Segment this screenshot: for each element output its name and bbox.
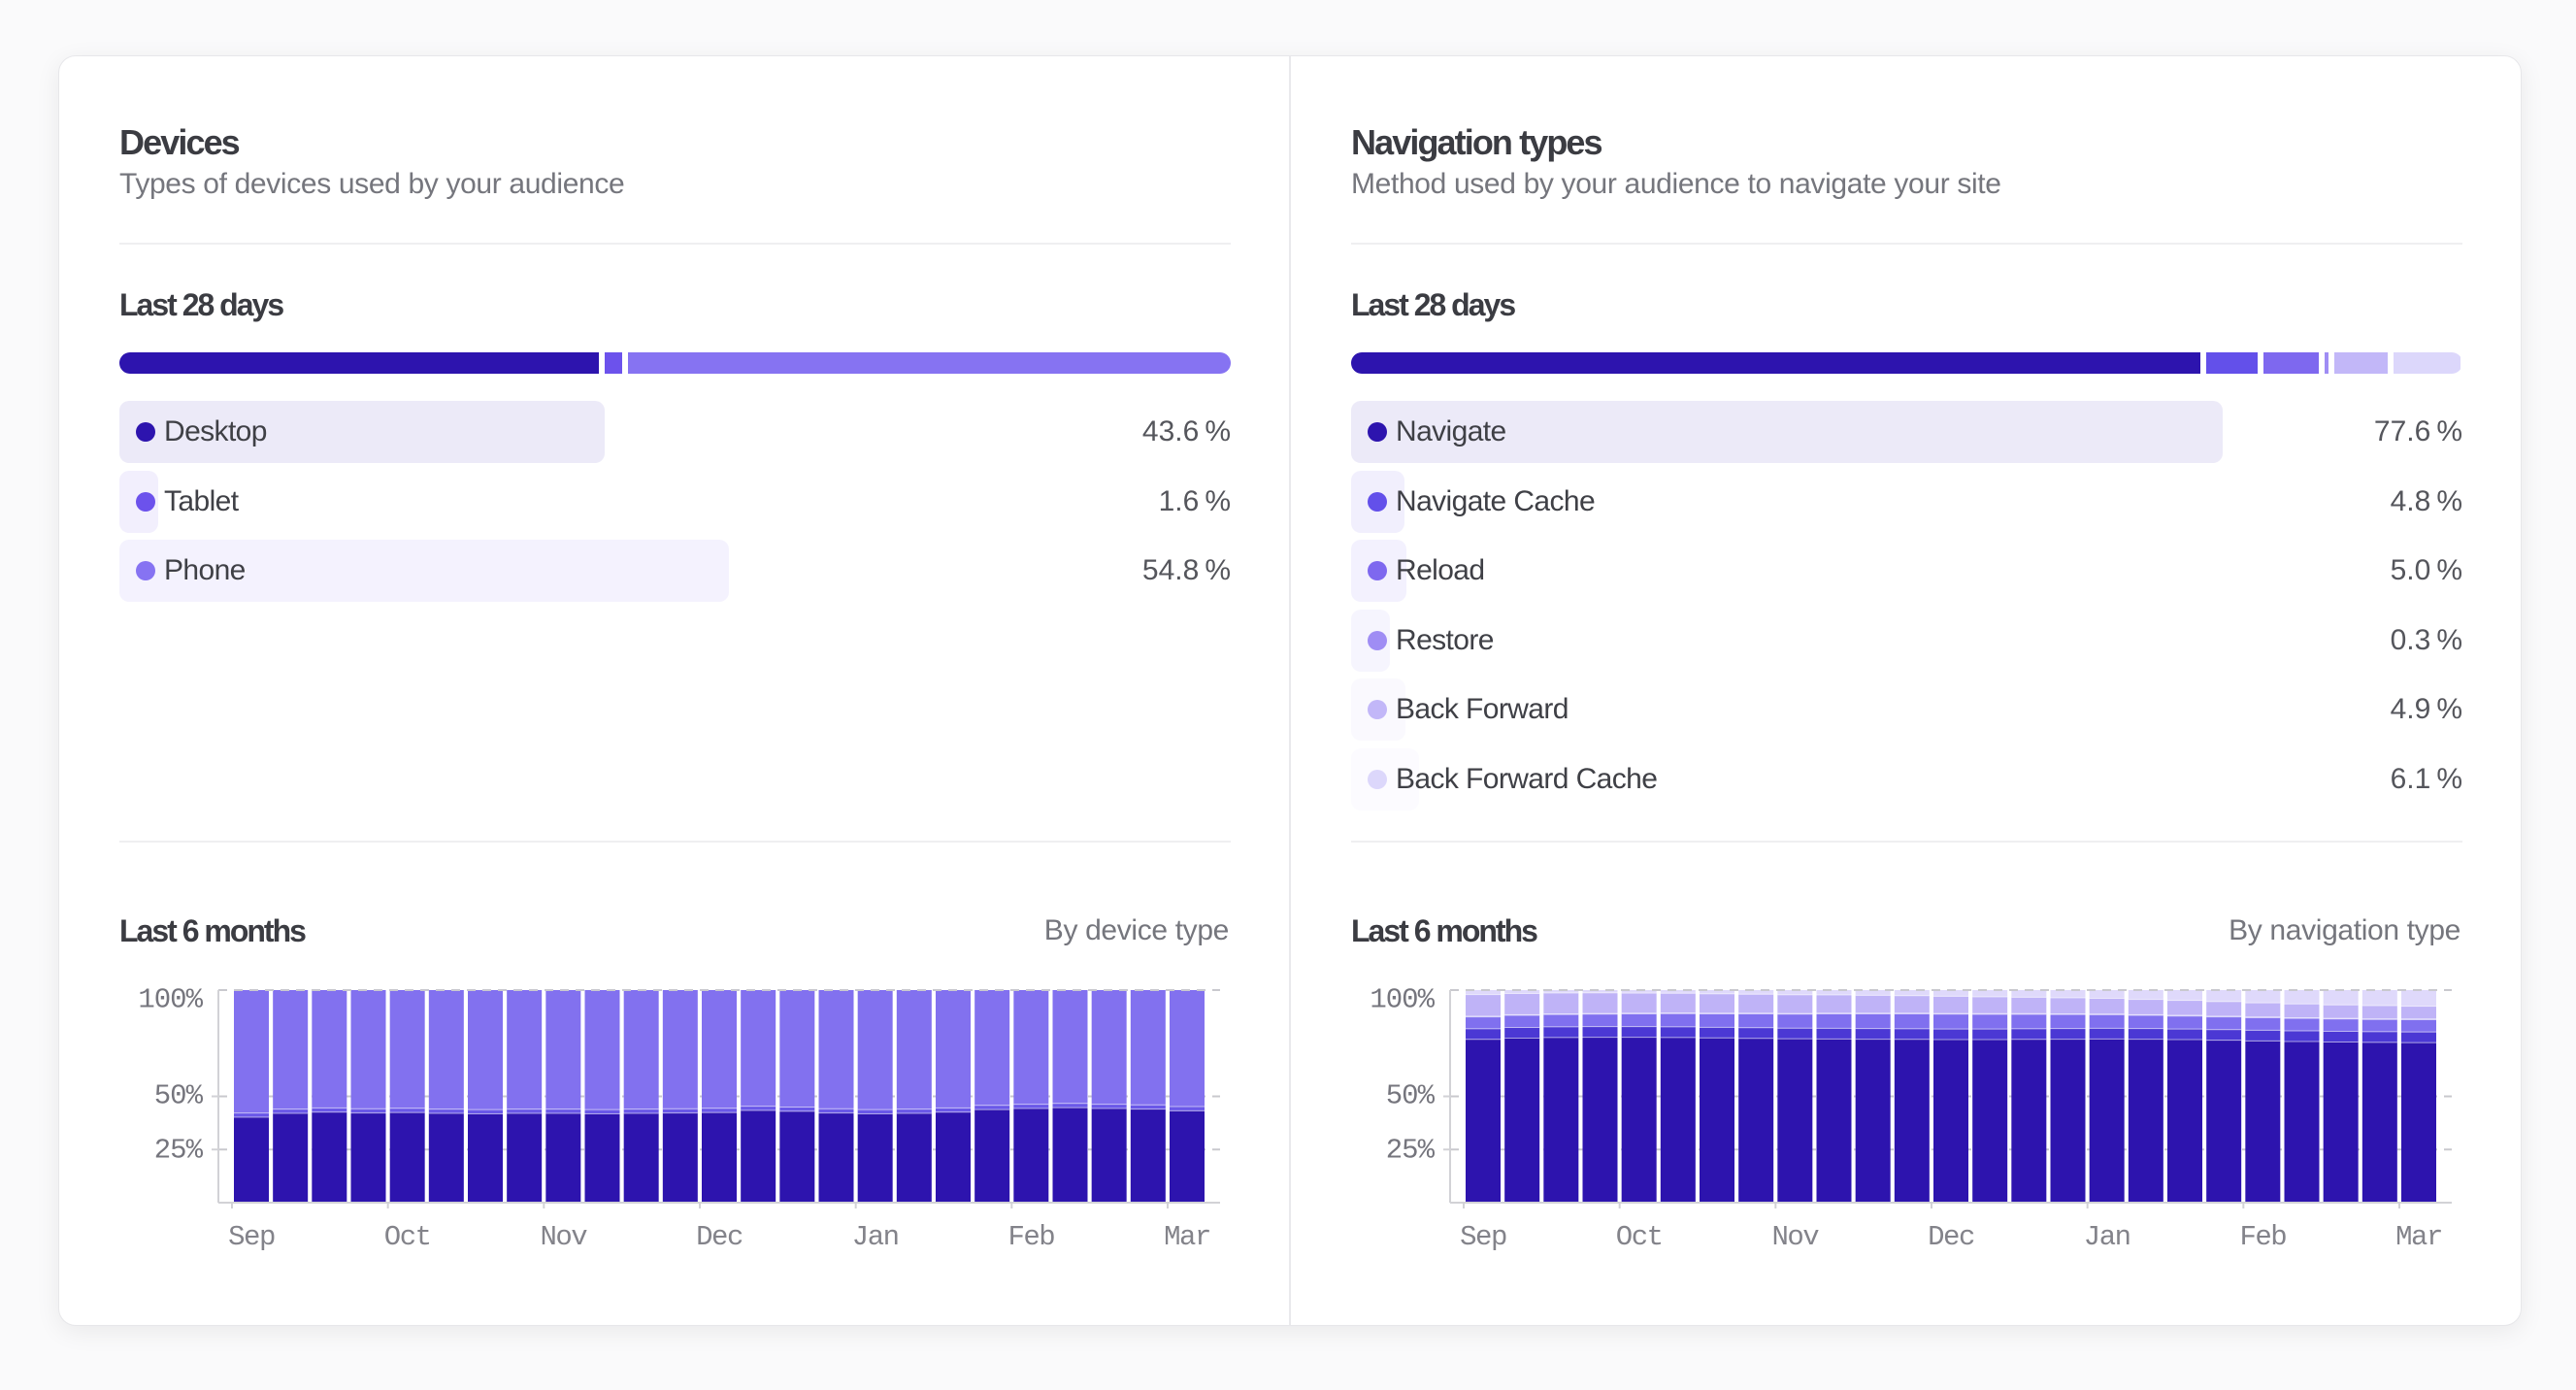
svg-text:100%: 100%	[1370, 984, 1435, 1016]
svg-text:Jan: Jan	[2084, 1221, 2130, 1253]
svg-text:Feb: Feb	[2239, 1221, 2286, 1253]
svg-text:Dec: Dec	[1928, 1221, 1974, 1253]
svg-text:50%: 50%	[154, 1080, 204, 1112]
svg-text:50%: 50%	[1386, 1080, 1436, 1112]
svg-text:Oct: Oct	[1616, 1221, 1663, 1253]
svg-text:25%: 25%	[1386, 1135, 1436, 1167]
svg-text:Mar: Mar	[1164, 1221, 1210, 1253]
svg-text:Feb: Feb	[1007, 1221, 1054, 1253]
svg-text:Oct: Oct	[384, 1221, 431, 1253]
svg-text:Nov: Nov	[1771, 1221, 1819, 1253]
svg-text:Nov: Nov	[540, 1221, 587, 1253]
svg-text:Mar: Mar	[2395, 1221, 2442, 1253]
svg-text:Sep: Sep	[1460, 1221, 1506, 1253]
svg-text:Dec: Dec	[696, 1221, 743, 1253]
svg-text:100%: 100%	[138, 984, 203, 1016]
svg-text:25%: 25%	[154, 1135, 204, 1167]
svg-text:Sep: Sep	[228, 1221, 275, 1253]
svg-text:Jan: Jan	[852, 1221, 899, 1253]
